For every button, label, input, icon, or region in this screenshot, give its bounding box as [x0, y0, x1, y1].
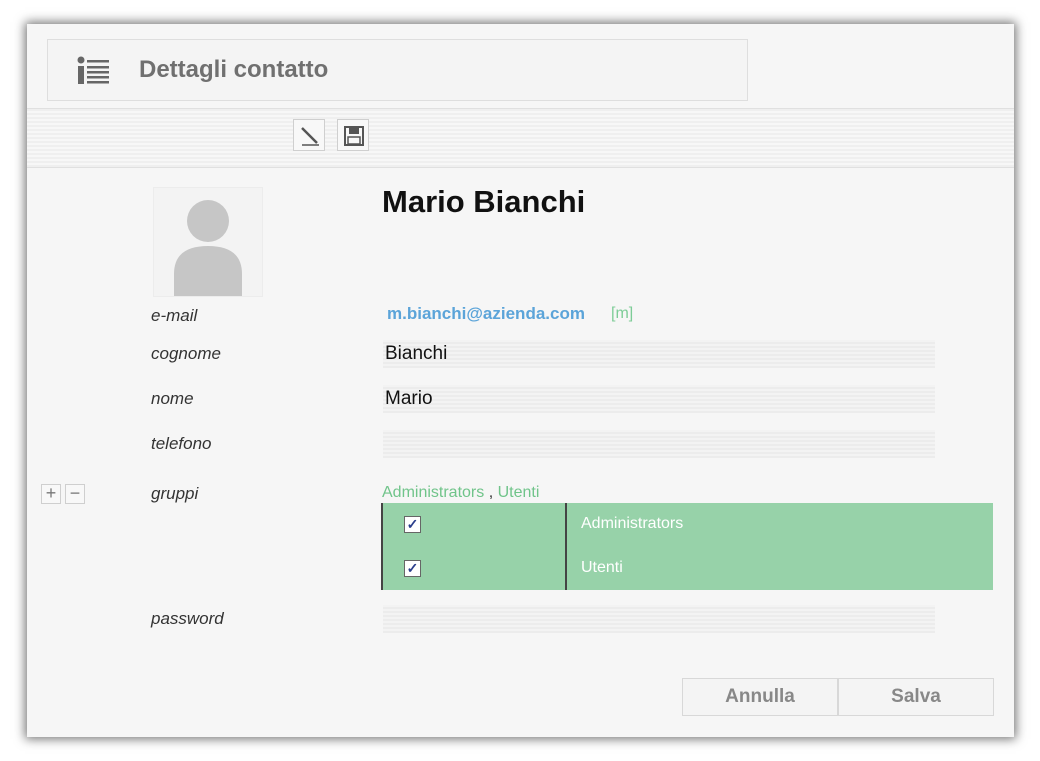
surname-label: cognome [151, 344, 221, 363]
group-link-administrators[interactable]: Administrators [382, 484, 484, 501]
groups-label: gruppi [151, 484, 199, 503]
remove-group-button[interactable]: − [65, 484, 85, 504]
save-button[interactable]: Salva [838, 678, 994, 716]
surname-field[interactable]: Bianchi [383, 340, 935, 368]
save-icon-button[interactable] [337, 119, 369, 151]
add-group-button[interactable]: + [41, 484, 61, 504]
edit-button[interactable] [293, 119, 325, 151]
password-field[interactable] [383, 605, 935, 633]
table-column-divider [565, 503, 567, 590]
password-label: password [151, 609, 224, 628]
user-silhouette-icon [174, 200, 242, 296]
avatar [153, 187, 263, 297]
email-tag[interactable]: [m] [611, 305, 633, 323]
cancel-button[interactable]: Annulla [682, 678, 838, 716]
toolbar [27, 108, 1014, 168]
firstname-field[interactable]: Mario [383, 385, 935, 413]
contact-details-icon [77, 56, 109, 84]
page-title: Dettagli contatto [139, 56, 329, 83]
group-name-administrators: Administrators [581, 515, 684, 532]
group-name-utenti: Utenti [581, 559, 623, 576]
header-bar: Dettagli contatto [47, 39, 748, 101]
group-link-utenti[interactable]: Utenti [498, 484, 540, 501]
email-label: e-mail [151, 306, 198, 325]
group-checkbox-utenti[interactable]: ✓ [404, 560, 421, 577]
pencil-icon [301, 127, 319, 146]
firstname-label: nome [151, 389, 194, 408]
phone-label: telefono [151, 434, 212, 453]
contact-details-window: Dettagli contatto Mario Bianchi e-mail m… [27, 24, 1014, 737]
groups-separator: , [488, 484, 494, 501]
table-border-left [381, 503, 383, 590]
groups-table: ✓ Administrators ✓ Utenti [381, 503, 993, 590]
contact-name: Mario Bianchi [382, 184, 586, 219]
floppy-disk-icon [344, 126, 364, 146]
email-link[interactable]: m.bianchi@azienda.com [387, 304, 585, 324]
phone-field[interactable] [383, 430, 935, 458]
groups-summary: Administrators , Utenti [382, 484, 539, 502]
group-checkbox-administrators[interactable]: ✓ [404, 516, 421, 533]
